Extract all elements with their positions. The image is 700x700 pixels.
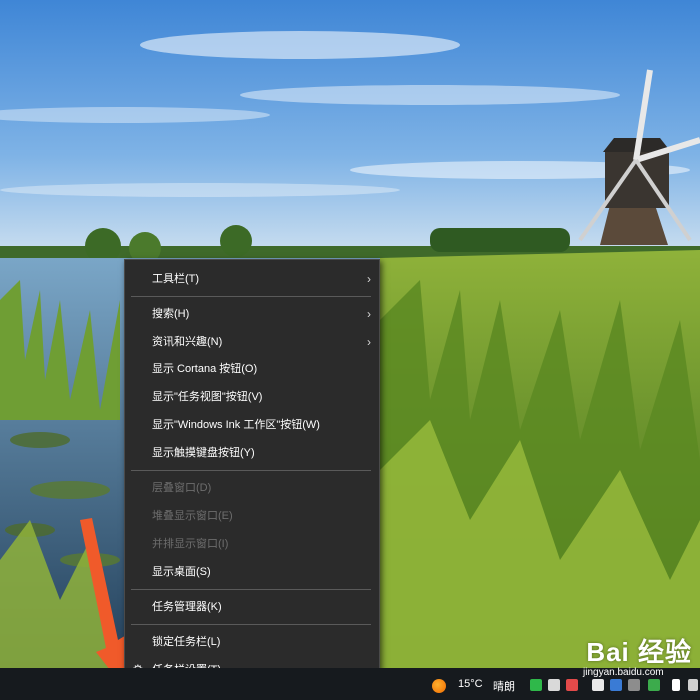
microphone-icon[interactable]	[672, 679, 680, 691]
menu-item-label: 显示触摸键盘按钮(Y)	[152, 447, 255, 459]
menu-separator	[131, 624, 371, 625]
menu-item-label: 工具栏(T)	[152, 273, 200, 285]
weather-condition[interactable]: 晴朗	[493, 678, 515, 694]
submenu-arrow-icon: ›	[367, 307, 371, 321]
watermark-url: jingyan.baidu.com	[583, 667, 664, 678]
menu-item-label: 显示"Windows Ink 工作区"按钮(W)	[152, 419, 320, 431]
menu-item-lock-taskbar[interactable]: 锁定任务栏(L)	[125, 631, 379, 653]
menu-item-stack-windows: 堆叠显示窗口(E)	[125, 505, 379, 527]
speaker-icon[interactable]	[688, 679, 698, 691]
menu-item-task-manager[interactable]: 任务管理器(K)	[125, 596, 379, 618]
app-tray-icon[interactable]	[566, 679, 578, 691]
weather-temperature[interactable]: 15°C	[458, 678, 483, 690]
taskbar-context-menu: 工具栏(T) › 搜索(H) › 资讯和兴趣(N) › 显示 Cortana 按…	[124, 259, 380, 691]
menu-item-label: 搜索(H)	[152, 308, 190, 320]
shield-icon[interactable]	[548, 679, 560, 691]
menu-item-side-by-side-windows: 并排显示窗口(I)	[125, 533, 379, 555]
menu-item-toolbars[interactable]: 工具栏(T) ›	[125, 268, 379, 290]
menu-item-show-windows-ink-button[interactable]: 显示"Windows Ink 工作区"按钮(W)	[125, 414, 379, 436]
menu-item-news-and-interests[interactable]: 资讯和兴趣(N) ›	[125, 331, 379, 353]
menu-item-label: 资讯和兴趣(N)	[152, 336, 223, 348]
menu-separator	[131, 296, 371, 297]
menu-item-show-touch-keyboard-button[interactable]: 显示触摸键盘按钮(Y)	[125, 442, 379, 464]
security-shield-icon[interactable]	[610, 679, 622, 691]
menu-item-show-desktop[interactable]: 显示桌面(S)	[125, 561, 379, 583]
tray-icon[interactable]	[648, 679, 660, 691]
submenu-arrow-icon: ›	[367, 335, 371, 349]
menu-item-label: 堆叠显示窗口(E)	[152, 510, 233, 522]
baidu-jingyan-watermark: Bai 经验	[586, 637, 692, 667]
menu-item-label: 锁定任务栏(L)	[152, 636, 221, 648]
menu-item-show-cortana-button[interactable]: 显示 Cortana 按钮(O)	[125, 358, 379, 380]
menu-separator	[131, 589, 371, 590]
menu-separator	[131, 470, 371, 471]
menu-item-show-task-view-button[interactable]: 显示"任务视图"按钮(V)	[125, 386, 379, 408]
menu-item-label: 并排显示窗口(I)	[152, 538, 229, 550]
submenu-arrow-icon: ›	[367, 272, 371, 286]
tray-icon[interactable]	[592, 679, 604, 691]
weather-sun-icon[interactable]	[432, 679, 446, 693]
menu-item-cascade-windows: 层叠窗口(D)	[125, 477, 379, 499]
menu-item-label: 显示桌面(S)	[152, 566, 211, 578]
wechat-icon[interactable]	[530, 679, 542, 691]
menu-item-label: 层叠窗口(D)	[152, 482, 212, 494]
menu-item-label: 显示"任务视图"按钮(V)	[152, 391, 263, 403]
menu-item-label: 任务管理器(K)	[152, 601, 222, 613]
menu-item-label: 显示 Cortana 按钮(O)	[152, 363, 258, 375]
network-icon[interactable]	[628, 679, 640, 691]
menu-item-search[interactable]: 搜索(H) ›	[125, 303, 379, 325]
